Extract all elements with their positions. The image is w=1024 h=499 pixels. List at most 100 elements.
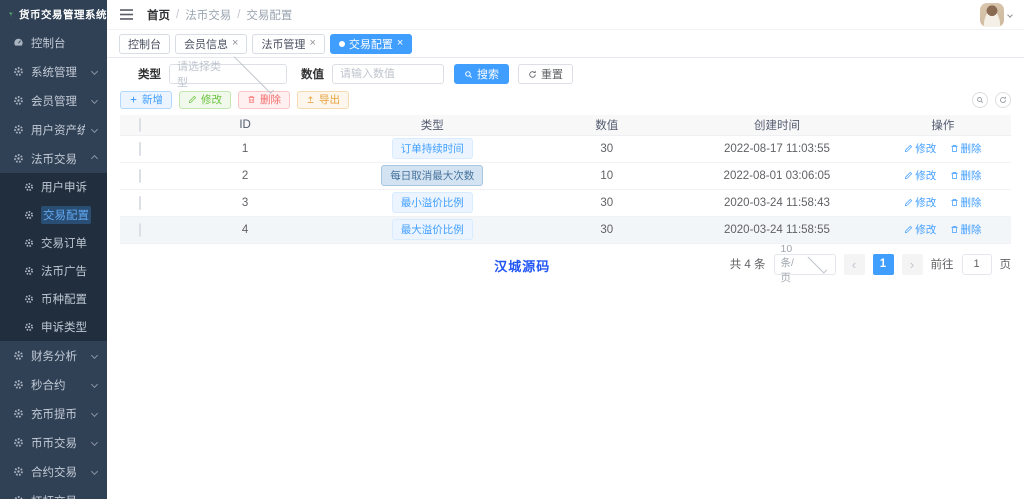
export-button[interactable]: 导出 [297,91,349,109]
column-value: 数值 [534,115,679,135]
sidebar-collapse-icon[interactable] [119,8,134,21]
close-icon[interactable]: × [309,38,315,49]
prev-page-button[interactable]: ‹ [844,254,865,275]
sidebar-item-second-contract[interactable]: 秒合约 [0,370,107,399]
submenu-item-coin-config[interactable]: 币种配置 [0,285,107,313]
row-delete-link[interactable]: 删除 [950,195,982,210]
page-size-value: 10条/页 [781,243,803,285]
add-button[interactable]: 新增 [120,91,172,109]
pagination: 共 4 条 10条/页 ‹ 1 › 前往 页 [730,254,1011,275]
submenu-item-label: 交易配置 [41,206,91,224]
table-footer: 汉城源码 共 4 条 10条/页 ‹ 1 › 前往 页 [120,254,1011,280]
sidebar-nav: 控制台 系统管理 会员管理 用户资产统计 法币交易 [0,28,107,499]
row-edit-link[interactable]: 修改 [904,195,936,210]
top-bar: 首页 / 法币交易 / 交易配置 [107,0,1024,30]
dashboard-icon [13,37,24,48]
tab-trade-config[interactable]: 交易配置 × [330,34,412,54]
breadcrumb: 首页 / 法币交易 / 交易配置 [147,7,292,23]
goto-page-input[interactable] [962,254,992,275]
column-id: ID [160,115,330,135]
tab-console[interactable]: 控制台 [119,34,170,54]
submenu-item-label: 交易订单 [41,235,107,251]
edit-button[interactable]: 修改 [179,91,231,109]
delete-button[interactable]: 删除 [238,91,290,109]
sidebar-item-console[interactable]: 控制台 [0,28,107,57]
sidebar-item-contract-trading[interactable]: 合约交易 [0,457,107,486]
chevron-up-icon [91,155,98,162]
tab-member-info[interactable]: 会员信息 × [175,34,247,54]
sidebar-item-label: 财务分析 [31,348,85,364]
sidebar-item-system[interactable]: 系统管理 [0,57,107,86]
row-checkbox[interactable] [139,196,141,210]
gear-icon [24,182,34,192]
row-edit-link[interactable]: 修改 [904,141,936,156]
search-button[interactable]: 搜索 [454,64,509,84]
type-tag: 订单持续时间 [392,138,473,159]
breadcrumb-home[interactable]: 首页 [147,7,170,23]
value-input[interactable] [332,64,444,84]
table-row[interactable]: 2 每日取消最大次数 10 2022-08-01 03:06:05 修改 删除 [120,162,1011,189]
sidebar-item-user-assets[interactable]: 用户资产统计 [0,115,107,144]
pencil-icon [904,225,913,234]
table-row[interactable]: 3 最小溢价比例 30 2020-03-24 11:58:43 修改 删除 [120,189,1011,216]
submenu-item-label: 申诉类型 [41,319,107,335]
select-all-checkbox[interactable] [139,118,141,132]
type-tag: 每日取消最大次数 [381,165,483,186]
active-dot-icon [339,41,345,47]
type-select-placeholder: 请选择类型 [177,58,228,90]
watermark: 汉城源码 [494,256,550,275]
row-checkbox[interactable] [139,169,141,183]
table-row[interactable]: 4 最大溢价比例 30 2020-03-24 11:58:55 修改 删除 [120,216,1011,243]
trash-icon [247,95,256,104]
user-menu[interactable] [980,3,1012,27]
cell-id: 1 [160,135,330,162]
cell-id: 4 [160,216,330,243]
row-checkbox[interactable] [139,142,141,156]
sidebar-item-deposit-withdraw[interactable]: 充币提币 [0,399,107,428]
refresh-table-button[interactable] [995,92,1011,108]
chevron-down-icon [91,439,98,446]
tags-view-bar: 控制台 会员信息 × 法币管理 × 交易配置 × [107,30,1024,58]
export-button-label: 导出 [319,92,340,107]
tab-fiat-management[interactable]: 法币管理 × [252,34,324,54]
page-size-select[interactable]: 10条/页 [774,254,836,275]
main-area: 首页 / 法币交易 / 交易配置 控制台 会员信息 × 法币管理 × [107,0,1024,499]
close-icon[interactable]: × [397,38,403,49]
row-edit-link[interactable]: 修改 [904,168,936,183]
next-page-button[interactable]: › [902,254,923,275]
submenu-item-appeal-types[interactable]: 申诉类型 [0,313,107,341]
row-delete-link[interactable]: 删除 [950,141,982,156]
sidebar-item-leverage-trading[interactable]: 杠杆交易 [0,486,107,499]
submenu-item-trade-orders[interactable]: 交易订单 [0,229,107,257]
row-delete-link[interactable]: 删除 [950,222,982,237]
cell-created: 2022-08-01 03:06:05 [679,162,875,189]
submenu-item-trade-config[interactable]: 交易配置 [0,201,107,229]
avatar[interactable] [980,3,1004,27]
reset-button[interactable]: 重置 [518,64,573,84]
submenu-item-fiat-ads[interactable]: 法币广告 [0,257,107,285]
sidebar-item-label: 充币提币 [31,406,85,422]
sidebar-item-spot-trading[interactable]: 币币交易 [0,428,107,457]
gear-icon [13,350,24,361]
type-tag: 最小溢价比例 [392,192,473,213]
submenu-item-user-appeal[interactable]: 用户申诉 [0,173,107,201]
current-page-button[interactable]: 1 [873,254,894,275]
row-delete-link[interactable]: 删除 [950,168,982,183]
sidebar-item-finance-analysis[interactable]: 财务分析 [0,341,107,370]
gear-icon [13,466,24,477]
pencil-icon [904,144,913,153]
cell-value: 30 [534,216,679,243]
table-row[interactable]: 1 订单持续时间 30 2022-08-17 11:03:55 修改 删除 [120,135,1011,162]
config-table: ID 类型 数值 创建时间 操作 1 订单持续时间 30 2022-08-17 … [120,115,1011,244]
row-checkbox[interactable] [139,223,141,237]
search-button-label: 搜索 [477,66,499,82]
row-edit-link[interactable]: 修改 [904,222,936,237]
app-window: 货币交易管理系统 控制台 系统管理 会员管理 [0,0,1024,499]
toggle-search-button[interactable] [972,92,988,108]
gear-icon [13,408,24,419]
close-icon[interactable]: × [232,38,238,49]
plant-logo-icon [8,6,14,22]
sidebar-item-members[interactable]: 会员管理 [0,86,107,115]
type-select[interactable]: 请选择类型 [169,64,287,84]
sidebar-item-fiat-trading[interactable]: 法币交易 [0,144,107,173]
